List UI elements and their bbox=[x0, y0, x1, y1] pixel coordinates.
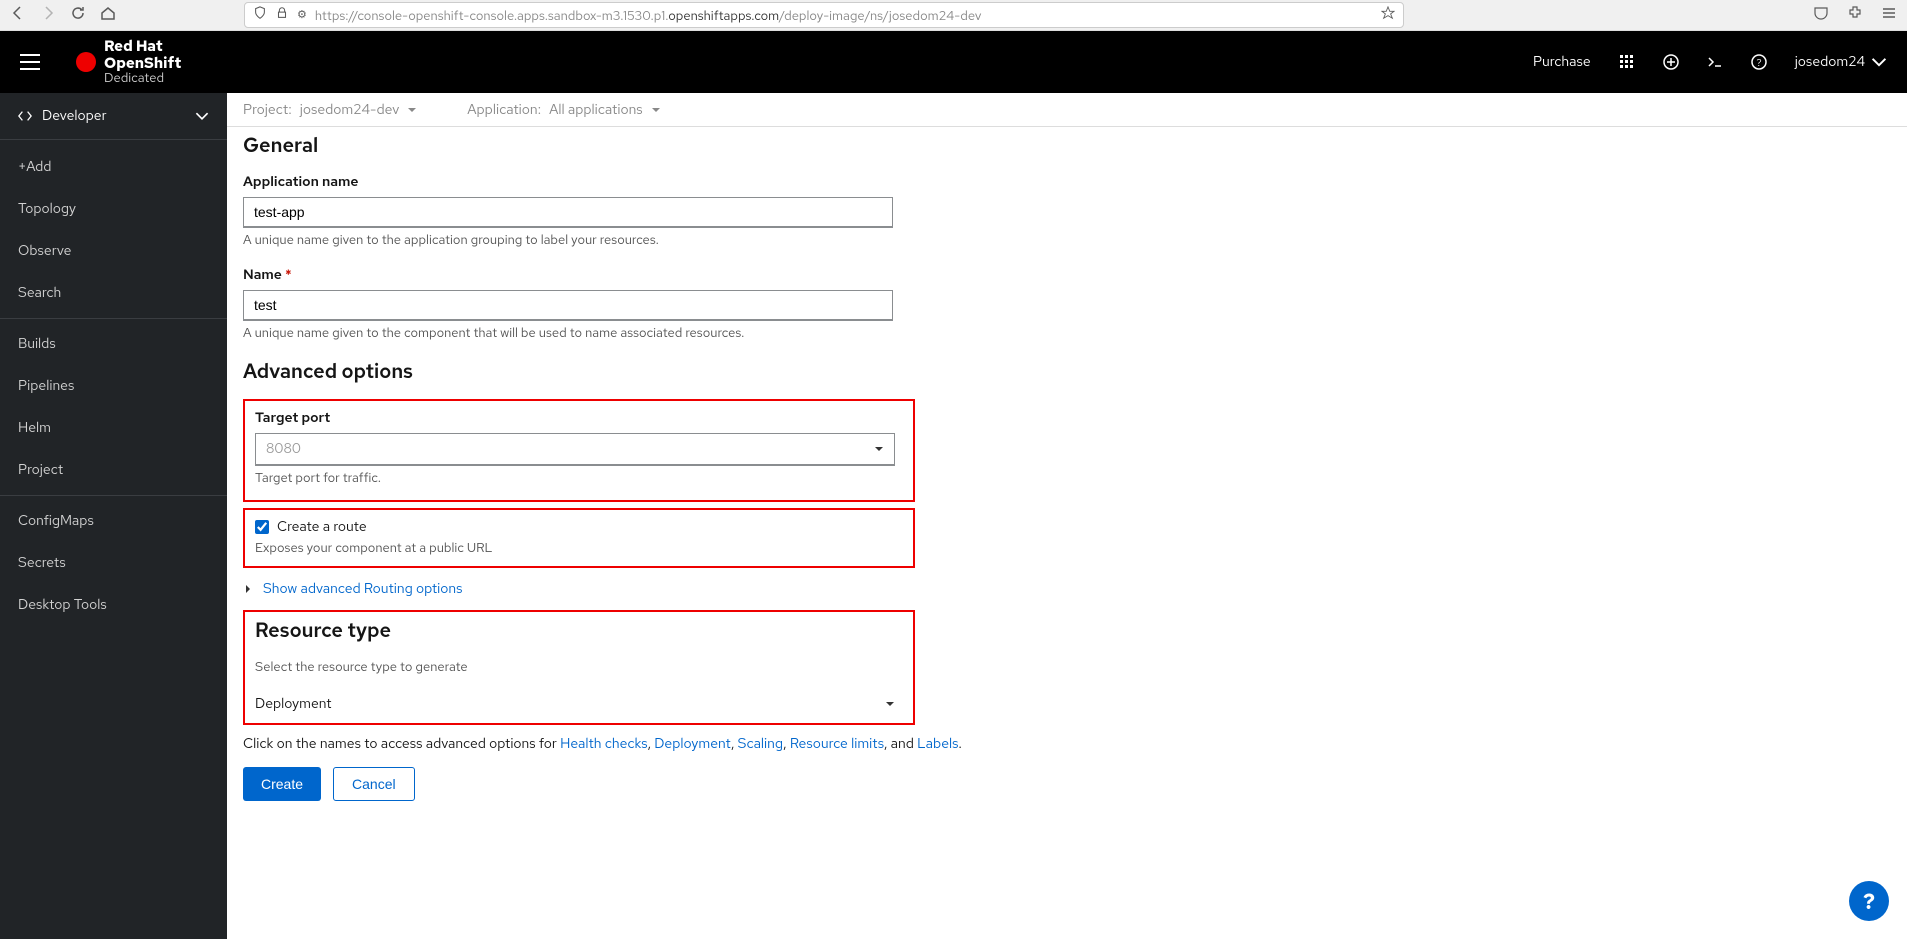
help-fab[interactable]: ? bbox=[1849, 881, 1889, 921]
target-port-box: Target port 8080 Target port for traffic… bbox=[243, 399, 915, 502]
nav-toggle[interactable] bbox=[20, 54, 40, 70]
caret-down-icon bbox=[874, 444, 884, 454]
permissions-icon: ⚙ bbox=[297, 8, 307, 22]
sidebar-item-helm[interactable]: Helm bbox=[0, 407, 227, 449]
name-help: A unique name given to the component tha… bbox=[243, 324, 1151, 341]
sidebar-item-topology[interactable]: Topology bbox=[0, 188, 227, 230]
sidebar-item-configmaps[interactable]: ConfigMaps bbox=[0, 500, 227, 542]
menu-icon[interactable] bbox=[1881, 5, 1897, 26]
code-icon bbox=[18, 109, 32, 123]
project-dropdown[interactable]: Project: josedom24-dev bbox=[243, 101, 417, 119]
caret-down-icon bbox=[407, 105, 417, 115]
link-labels[interactable]: Labels bbox=[917, 735, 958, 753]
home-icon[interactable] bbox=[100, 5, 116, 26]
link-health-checks[interactable]: Health checks bbox=[560, 735, 647, 753]
sidebar-item-project[interactable]: Project bbox=[0, 449, 227, 491]
general-heading: General bbox=[243, 133, 1151, 159]
forward-icon bbox=[40, 5, 56, 26]
add-icon[interactable] bbox=[1663, 54, 1679, 70]
link-deployment[interactable]: Deployment bbox=[654, 735, 731, 753]
url-bar[interactable]: ⚙ https://console-openshift-console.apps… bbox=[244, 2, 1404, 28]
chevron-right-icon bbox=[243, 584, 253, 594]
terminal-icon[interactable] bbox=[1707, 54, 1723, 70]
sidebar: Developer +Add Topology Observe Search B… bbox=[0, 93, 227, 939]
chevron-down-icon bbox=[195, 109, 209, 123]
shield-icon bbox=[253, 6, 267, 25]
masthead: Red Hat OpenShift Dedicated Purchase ? j… bbox=[0, 31, 1907, 93]
create-route-label[interactable]: Create a route bbox=[277, 518, 367, 536]
application-dropdown[interactable]: Application: All applications bbox=[467, 101, 660, 119]
target-port-help: Target port for traffic. bbox=[255, 469, 903, 486]
nav-divider bbox=[0, 318, 227, 319]
sidebar-item-search[interactable]: Search bbox=[0, 272, 227, 314]
resource-sub: Select the resource type to generate bbox=[255, 658, 903, 675]
extensions-icon[interactable] bbox=[1847, 5, 1863, 26]
advanced-heading: Advanced options bbox=[243, 359, 1151, 385]
create-route-checkbox[interactable] bbox=[255, 520, 269, 534]
caret-down-icon bbox=[651, 105, 661, 115]
apps-icon[interactable] bbox=[1619, 54, 1635, 70]
target-port-select[interactable]: 8080 bbox=[255, 433, 895, 466]
link-resource-limits[interactable]: Resource limits bbox=[790, 735, 884, 753]
svg-text:?: ? bbox=[1756, 57, 1761, 70]
browser-chrome: ⚙ https://console-openshift-console.apps… bbox=[0, 0, 1907, 31]
purchase-link[interactable]: Purchase bbox=[1533, 53, 1591, 71]
sidebar-item-add[interactable]: +Add bbox=[0, 146, 227, 188]
target-port-label: Target port bbox=[255, 409, 903, 427]
sidebar-item-observe[interactable]: Observe bbox=[0, 230, 227, 272]
redhat-logo-icon bbox=[76, 52, 96, 72]
caret-down-icon bbox=[885, 699, 895, 709]
resource-type-box: Resource type Select the resource type t… bbox=[243, 610, 915, 725]
create-route-box: Create a route Exposes your component at… bbox=[243, 508, 915, 568]
nav-divider bbox=[0, 495, 227, 496]
sidebar-item-secrets[interactable]: Secrets bbox=[0, 542, 227, 584]
perspective-label: Developer bbox=[42, 107, 107, 125]
back-icon[interactable] bbox=[10, 5, 26, 26]
create-route-help: Exposes your component at a public URL bbox=[255, 539, 903, 556]
reload-icon[interactable] bbox=[70, 5, 86, 26]
url-text: https://console-openshift-console.apps.s… bbox=[315, 7, 1373, 24]
routing-options-link: Show advanced Routing options bbox=[263, 580, 462, 598]
brand-line3: Dedicated bbox=[104, 71, 181, 85]
sidebar-item-pipelines[interactable]: Pipelines bbox=[0, 365, 227, 407]
app-name-label: Application name bbox=[243, 173, 1151, 191]
user-menu[interactable]: josedom24 bbox=[1795, 53, 1887, 71]
name-label: Name bbox=[243, 266, 1151, 284]
name-input[interactable] bbox=[243, 290, 893, 321]
pocket-icon[interactable] bbox=[1813, 5, 1829, 26]
routing-options-toggle[interactable]: Show advanced Routing options bbox=[243, 580, 1151, 598]
bookmark-icon[interactable] bbox=[1381, 6, 1395, 25]
main-content: Project: josedom24-dev Application: All … bbox=[227, 93, 1907, 939]
cancel-button[interactable]: Cancel bbox=[333, 767, 415, 801]
help-icon[interactable]: ? bbox=[1751, 54, 1767, 70]
resource-type-select[interactable]: Deployment bbox=[255, 695, 895, 713]
app-name-input[interactable] bbox=[243, 197, 893, 228]
perspective-switcher[interactable]: Developer bbox=[0, 93, 227, 140]
advanced-options-footer: Click on the names to access advanced op… bbox=[243, 735, 1151, 753]
link-scaling[interactable]: Scaling bbox=[738, 735, 783, 753]
lock-icon bbox=[275, 6, 289, 25]
sidebar-item-builds[interactable]: Builds bbox=[0, 323, 227, 365]
create-button[interactable]: Create bbox=[243, 767, 321, 801]
resource-heading: Resource type bbox=[255, 618, 903, 644]
brand[interactable]: Red Hat OpenShift Dedicated bbox=[76, 38, 181, 85]
app-name-help: A unique name given to the application g… bbox=[243, 231, 1151, 248]
context-toolbar: Project: josedom24-dev Application: All … bbox=[227, 93, 1907, 127]
sidebar-item-desktop-tools[interactable]: Desktop Tools bbox=[0, 584, 227, 626]
